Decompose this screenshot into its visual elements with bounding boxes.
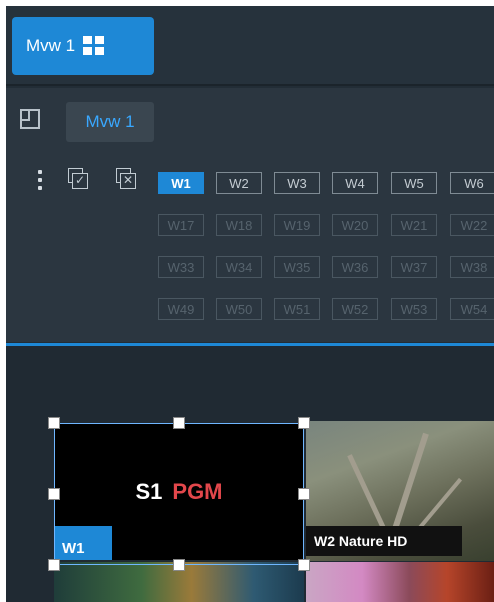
tile-w1-tag: W1 [54,526,112,560]
select-all-icon[interactable]: ✓ [68,168,88,190]
window-button-w52[interactable]: W52 [332,298,378,320]
grid-icon [83,36,105,56]
preview-tile-w2[interactable]: W2 Nature HD [306,421,494,561]
mvw-selector-chip[interactable]: Mvw 1 [66,102,154,142]
preview-tile-w1[interactable]: S1 PGM W1 [54,423,304,560]
window-button-w33[interactable]: W33 [158,256,204,278]
window-button-w4[interactable]: W4 [332,172,378,194]
window-button-w18[interactable]: W18 [216,214,262,236]
multiviewer-preview: W2 Nature HD S1 PGM W1 [6,346,494,602]
window-button-w3[interactable]: W3 [274,172,320,194]
kebab-menu-icon[interactable] [38,170,42,190]
tab-mvw-1[interactable]: Mvw 1 [12,17,154,75]
resize-handle-top[interactable] [173,417,185,429]
resize-handle-top-left[interactable] [48,417,60,429]
window-button-w53[interactable]: W53 [391,298,437,320]
window-button-w1[interactable]: W1 [158,172,204,194]
tile-w2-label: W2 Nature HD [306,526,462,556]
layout-edit-icon[interactable] [20,109,40,129]
window-button-w19[interactable]: W19 [274,214,320,236]
window-button-w17[interactable]: W17 [158,214,204,236]
window-button-w35[interactable]: W35 [274,256,320,278]
deselect-all-icon[interactable]: ✕ [116,168,136,190]
window-button-w36[interactable]: W36 [332,256,378,278]
window-button-w20[interactable]: W20 [332,214,378,236]
pgm-status: PGM [172,478,223,504]
window-button-w50[interactable]: W50 [216,298,262,320]
tab-mvw-1-label: Mvw 1 [26,36,76,55]
source-label: S1 [135,478,163,504]
resize-handle-right[interactable] [298,488,310,500]
window-button-w37[interactable]: W37 [391,256,437,278]
multiviewer-editor: Mvw 1 Mvw 1 ✓ ✕ W1 W2 W3 W4 W5 W6 W17 W18 W19 W20… [6,6,494,602]
multiviewer-tab-bar: Mvw 1 [6,6,494,86]
window-button-w38[interactable]: W38 [450,256,494,278]
preview-tile-bottom-right[interactable] [306,562,494,602]
resize-handle-bottom-left[interactable] [48,559,60,571]
window-button-w49[interactable]: W49 [158,298,204,320]
resize-handle-top-right[interactable] [298,417,310,429]
window-button-w21[interactable]: W21 [391,214,437,236]
window-control-panel: Mvw 1 ✓ ✕ W1 W2 W3 W4 W5 W6 W17 W18 W19 W20 W21 W22… [6,88,494,342]
resize-handle-bottom-right[interactable] [298,559,310,571]
window-button-w5[interactable]: W5 [391,172,437,194]
window-button-w6[interactable]: W6 [450,172,494,194]
resize-handle-left[interactable] [48,488,60,500]
window-button-w54[interactable]: W54 [450,298,494,320]
window-button-w22[interactable]: W22 [450,214,494,236]
resize-handle-bottom[interactable] [173,559,185,571]
window-button-w51[interactable]: W51 [274,298,320,320]
window-button-w2[interactable]: W2 [216,172,262,194]
window-button-w34[interactable]: W34 [216,256,262,278]
